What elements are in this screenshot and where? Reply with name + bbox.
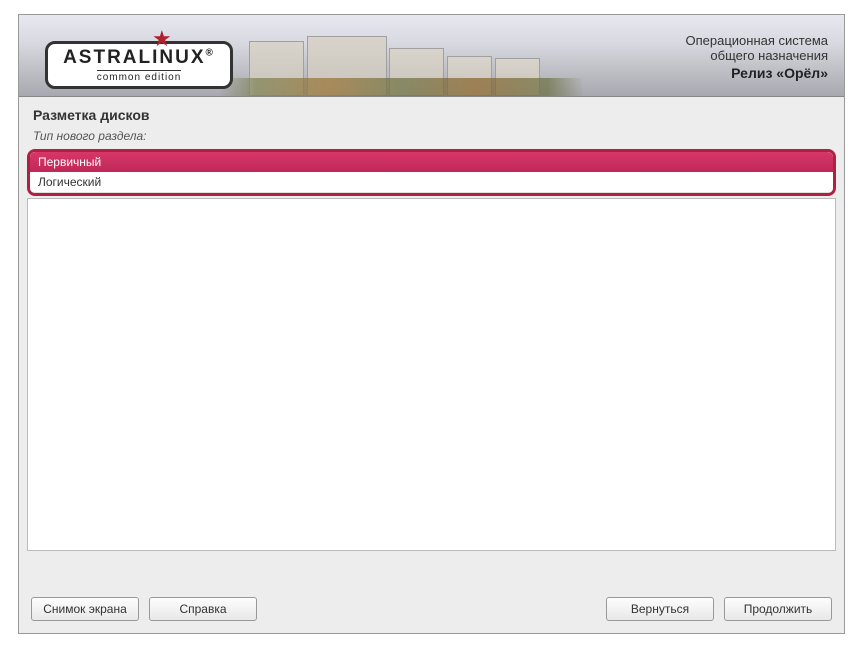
partition-type-list[interactable]: Первичный Логический <box>30 152 833 193</box>
empty-panel <box>27 198 836 551</box>
header-text: Операционная система общего назначения Р… <box>686 33 829 81</box>
partition-type-list-highlight: Первичный Логический <box>27 149 836 196</box>
left-buttons: Снимок экрана Справка <box>31 597 257 621</box>
logo-edition: common edition <box>97 70 182 83</box>
option-primary[interactable]: Первичный <box>30 152 833 172</box>
header-banner: ★ ASTRALINUX® common edition Операционна… <box>19 15 844 97</box>
star-icon: ★ <box>152 26 172 52</box>
screenshot-button[interactable]: Снимок экрана <box>31 597 139 621</box>
logo-brand: ASTRALINUX® <box>63 47 215 69</box>
continue-button[interactable]: Продолжить <box>724 597 832 621</box>
header-purpose-label: общего назначения <box>686 48 829 63</box>
astralinux-logo: ★ ASTRALINUX® common edition <box>45 41 233 89</box>
installer-window: ★ ASTRALINUX® common edition Операционна… <box>18 14 845 634</box>
partition-type-label: Тип нового раздела: <box>19 129 844 149</box>
page-title: Разметка дисков <box>19 97 844 129</box>
help-button[interactable]: Справка <box>149 597 257 621</box>
option-logical[interactable]: Логический <box>30 172 833 193</box>
header-os-label: Операционная система <box>686 33 829 48</box>
back-button[interactable]: Вернуться <box>606 597 714 621</box>
header-release-label: Релиз «Орёл» <box>686 65 829 81</box>
right-buttons: Вернуться Продолжить <box>606 597 832 621</box>
skyline-graphic <box>219 15 584 96</box>
button-bar: Снимок экрана Справка Вернуться Продолжи… <box>31 597 832 621</box>
